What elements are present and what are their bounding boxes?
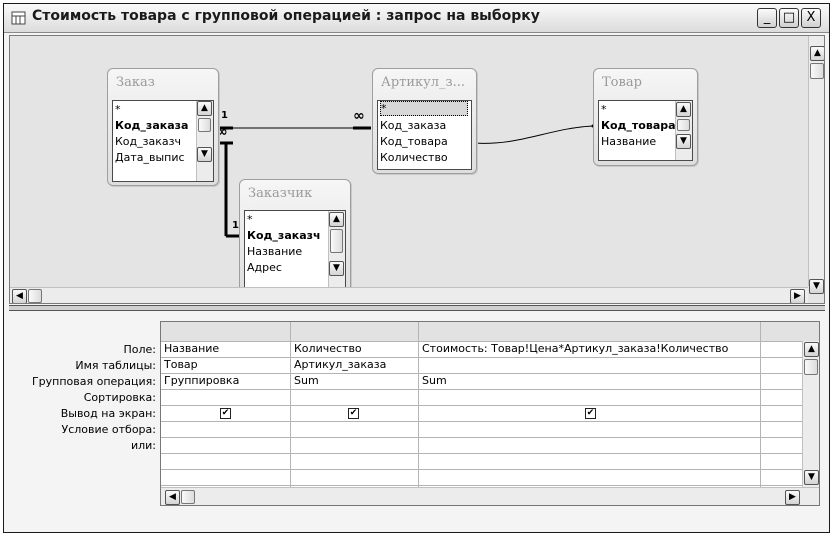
title-bar[interactable]: Стоимость товара с групповой операцией :… bbox=[4, 4, 829, 33]
upper-vertical-scrollbar[interactable]: ▲ bbox=[808, 36, 824, 286]
field-item[interactable]: * bbox=[115, 102, 121, 117]
table-title: Товар bbox=[602, 75, 642, 90]
grid-cell[interactable]: Название bbox=[161, 341, 219, 357]
scroll-up-button[interactable]: ▲ bbox=[804, 342, 819, 357]
show-checkbox[interactable]: ✔ bbox=[348, 408, 359, 419]
scroll-down-button[interactable]: ▼ bbox=[329, 261, 344, 276]
field-item[interactable]: Код_заказч bbox=[115, 134, 181, 149]
scroll-right-button[interactable]: ▶ bbox=[785, 490, 800, 505]
show-checkbox[interactable]: ✔ bbox=[585, 408, 596, 419]
design-grid[interactable]: Название Товар Группировка ✔ Количество … bbox=[160, 321, 820, 506]
close-button[interactable]: X bbox=[801, 8, 821, 28]
scroll-thumb[interactable] bbox=[181, 490, 195, 504]
window-title: Стоимость товара с групповой операцией :… bbox=[32, 8, 540, 24]
table-artikul[interactable]: Артикул_з... * Код_заказа Код_товара Кол… bbox=[372, 68, 477, 174]
scroll-right-button[interactable]: ▶ bbox=[790, 289, 805, 303]
one-marker: 1 bbox=[232, 220, 239, 231]
grid-cell[interactable]: Стоимость: Товар!Цена*Артикул_заказа!Кол… bbox=[419, 341, 728, 357]
table-zakaz[interactable]: Заказ * Код_заказа Код_заказч Дата_выпис… bbox=[107, 68, 219, 186]
field-item[interactable]: Адрес bbox=[247, 260, 282, 275]
field-scrollbar[interactable]: ▲ ▼ bbox=[196, 101, 213, 181]
show-checkbox[interactable]: ✔ bbox=[220, 408, 231, 419]
field-list[interactable]: * Код_заказа Код_заказч Дата_выпис ▲ ▼ bbox=[112, 100, 214, 182]
scroll-thumb[interactable] bbox=[198, 118, 211, 132]
grid-cell[interactable]: Sum bbox=[419, 373, 447, 389]
scroll-down-button[interactable]: ▼ bbox=[676, 134, 691, 149]
grid-horizontal-scrollbar[interactable]: ◀ ▶ bbox=[161, 487, 819, 505]
field-item[interactable]: Дата_выпис bbox=[115, 150, 185, 165]
grid-cell[interactable]: Sum bbox=[291, 373, 319, 389]
field-item[interactable]: Название bbox=[247, 244, 302, 259]
query-icon bbox=[11, 11, 26, 25]
grid-cell[interactable]: Артикул_заказа bbox=[291, 357, 386, 373]
scroll-left-button[interactable]: ◀ bbox=[12, 289, 27, 303]
scroll-down-button[interactable]: ▼ bbox=[809, 279, 824, 294]
field-list[interactable]: * Код_заказа Код_товара Количество bbox=[377, 100, 472, 170]
table-title: Заказчик bbox=[248, 186, 313, 201]
row-label: или: bbox=[130, 439, 156, 452]
table-tovar[interactable]: Товар * Код_товара Название ▲ ▼ bbox=[593, 68, 698, 166]
field-list[interactable]: * Код_заказч Название Адрес ▲ ▼ bbox=[244, 210, 346, 288]
scroll-up-button[interactable]: ▲ bbox=[197, 101, 212, 116]
upper-horizontal-scrollbar[interactable]: ◀ ▶ bbox=[10, 287, 808, 303]
row-label: Имя таблицы: bbox=[75, 359, 156, 372]
row-label: Условие отбора: bbox=[61, 423, 157, 436]
grid-cell[interactable]: Группировка bbox=[161, 373, 239, 389]
scroll-left-button[interactable]: ◀ bbox=[165, 490, 180, 505]
design-grid-pane: Поле: Имя таблицы: Групповая операция: С… bbox=[9, 311, 825, 531]
query-window: Стоимость товара с групповой операцией :… bbox=[3, 3, 830, 533]
row-label: Групповая операция: bbox=[31, 375, 156, 388]
table-title: Заказ bbox=[116, 75, 155, 90]
field-item[interactable]: Название bbox=[601, 134, 656, 149]
maximize-button[interactable]: □ bbox=[779, 8, 799, 28]
scroll-thumb[interactable] bbox=[810, 63, 824, 79]
scroll-up-button[interactable]: ▲ bbox=[329, 212, 344, 227]
grid-cell[interactable]: Товар bbox=[161, 357, 198, 373]
row-label: Вывод на экран: bbox=[60, 407, 156, 420]
grid-vertical-scrollbar[interactable]: ▲ ▼ bbox=[802, 341, 819, 487]
field-item[interactable]: Количество bbox=[380, 150, 448, 165]
tables-pane[interactable]: 1 ∞ ∞ 1 Заказ * Код_заказа Код_заказч Да… bbox=[9, 35, 825, 304]
field-list[interactable]: * Код_товара Название ▲ ▼ bbox=[598, 100, 693, 161]
field-item[interactable]: * bbox=[380, 101, 468, 116]
scroll-down-button[interactable]: ▼ bbox=[197, 147, 212, 162]
row-label: Поле: bbox=[123, 343, 156, 356]
row-labels: Поле: Имя таблицы: Групповая операция: С… bbox=[9, 321, 156, 461]
field-item[interactable]: Код_заказа bbox=[115, 118, 188, 133]
scroll-down-button[interactable]: ▼ bbox=[804, 470, 819, 485]
field-scrollbar[interactable]: ▲ ▼ bbox=[328, 211, 345, 287]
field-item[interactable]: Код_заказа bbox=[380, 118, 446, 133]
scroll-thumb[interactable] bbox=[330, 229, 343, 253]
field-item[interactable]: * bbox=[601, 102, 607, 117]
scroll-thumb[interactable] bbox=[804, 359, 818, 375]
scroll-up-button[interactable]: ▲ bbox=[810, 46, 824, 61]
field-scrollbar[interactable]: ▲ ▼ bbox=[675, 101, 692, 160]
scroll-thumb[interactable] bbox=[677, 119, 690, 131]
field-item[interactable]: * bbox=[247, 212, 253, 227]
many-marker: ∞ bbox=[353, 108, 365, 124]
row-label: Сортировка: bbox=[83, 391, 156, 404]
field-item[interactable]: Код_заказч bbox=[247, 228, 321, 243]
grid-cell[interactable]: Количество bbox=[291, 341, 362, 357]
minimize-button[interactable]: _ bbox=[757, 8, 777, 28]
table-title: Артикул_з... bbox=[381, 75, 466, 90]
scroll-thumb[interactable] bbox=[28, 289, 42, 303]
field-item[interactable]: Код_товара bbox=[601, 118, 676, 133]
one-marker: 1 bbox=[221, 110, 228, 121]
table-zakazchik[interactable]: Заказчик * Код_заказч Название Адрес ▲ ▼ bbox=[239, 179, 351, 293]
field-item[interactable]: Код_товара bbox=[380, 134, 448, 149]
scroll-up-button[interactable]: ▲ bbox=[676, 102, 691, 117]
